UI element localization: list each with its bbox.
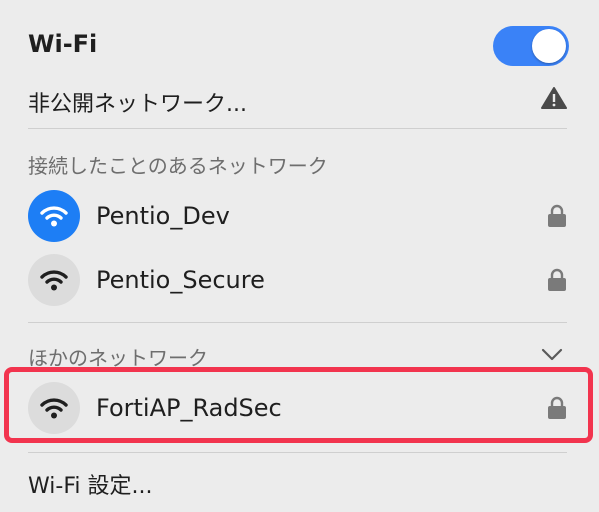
- divider: [28, 128, 567, 129]
- hidden-network-label: 非公開ネットワーク...: [28, 92, 247, 117]
- lock-icon: [548, 268, 566, 291]
- divider: [28, 452, 567, 453]
- wifi-settings-item[interactable]: Wi-Fi 設定...: [28, 468, 573, 500]
- wifi-settings-label: Wi-Fi 設定...: [28, 474, 153, 499]
- wifi-title: Wi-Fi: [28, 30, 98, 58]
- toggle-knob: [532, 29, 566, 63]
- wifi-header: Wi-Fi: [28, 26, 573, 66]
- network-name: Pentio_Dev: [96, 202, 230, 230]
- network-item-pentio-dev[interactable]: Pentio_Dev: [28, 190, 573, 244]
- divider: [28, 322, 567, 323]
- chevron-down-icon: [541, 348, 563, 361]
- network-name: Pentio_Secure: [96, 266, 265, 294]
- wifi-menu-panel: Wi-Fi 非公開ネットワーク... 接続したことのあるネットワーク Penti…: [0, 0, 599, 512]
- wifi-toggle[interactable]: [493, 26, 569, 66]
- highlight-box: [4, 367, 593, 443]
- warning-icon: [541, 87, 567, 109]
- hidden-network-item[interactable]: 非公開ネットワーク...: [28, 86, 573, 117]
- network-item-pentio-secure[interactable]: Pentio_Secure: [28, 254, 573, 308]
- wifi-icon: [28, 190, 80, 242]
- lock-icon: [548, 204, 566, 227]
- wifi-icon: [28, 254, 80, 306]
- known-networks-section-label: 接続したことのあるネットワーク: [28, 154, 328, 178]
